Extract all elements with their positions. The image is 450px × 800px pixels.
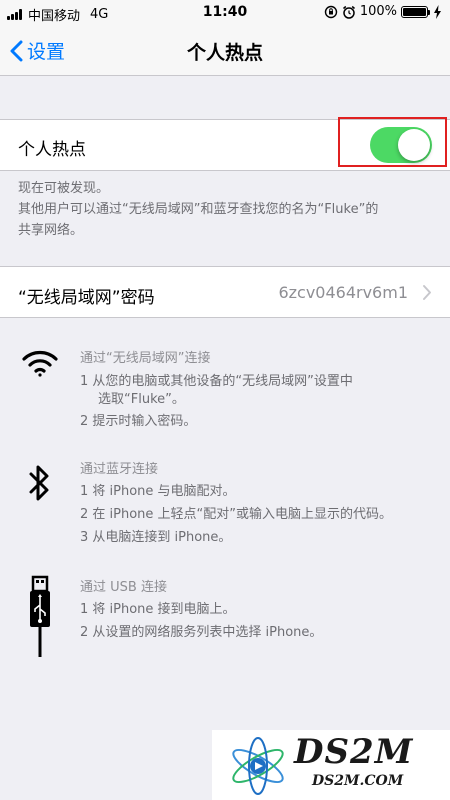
footer-line: 现在可被发现。 (18, 181, 110, 196)
watermark-url: DS2M.COM (312, 773, 404, 789)
bluetooth-icon (29, 465, 49, 501)
alarm-icon (342, 5, 355, 19)
watermark: DS2M DS2M.COM (212, 730, 450, 800)
usb-section-title: 通过 USB 连接 (80, 580, 167, 595)
instruction-line: 选取“Fluke”。 (98, 392, 185, 407)
instruction-line: 2 在 iPhone 上轻点“配对”或输入电脑上显示的代码。 (80, 507, 393, 522)
charging-icon (434, 4, 441, 19)
atom-logo-icon (232, 737, 284, 795)
discover-footer: 现在可被发现。 其他用户可以通过“无线局域网”和蓝牙查找您的名为“Fluke”的… (18, 178, 378, 241)
chevron-right-icon (423, 285, 431, 300)
navigation-bar: 设置 个人热点 (0, 26, 450, 76)
password-label: “无线局域网”密码 (18, 288, 155, 308)
wifi-section-title: 通过“无线局域网”连接 (80, 351, 211, 366)
battery-fill (403, 7, 426, 16)
instruction-line: 1 从您的电脑或其他设备的“无线局域网”设置中 (80, 374, 353, 389)
wifi-instructions: 通过“无线局域网”连接 1 从您的电脑或其他设备的“无线局域网”设置中 选取“F… (0, 340, 450, 440)
footer-line: 共享网络。 (18, 223, 84, 238)
footer-line: 其他用户可以通过“无线局域网”和蓝牙查找您的名为“Fluke”的 (18, 202, 379, 217)
password-value: 6zcv0464rv6m1 (278, 283, 408, 302)
instruction-line: 1 将 iPhone 接到电脑上。 (80, 602, 236, 617)
hotspot-label: 个人热点 (18, 140, 86, 160)
highlight-box (338, 117, 447, 167)
instruction-line: 2 提示时输入密码。 (80, 414, 197, 429)
usb-instructions: 通过 USB 连接 1 将 iPhone 接到电脑上。 2 从设置的网络服务列表… (0, 573, 450, 663)
wifi-icon (22, 351, 58, 377)
instruction-line: 2 从设置的网络服务列表中选择 iPhone。 (80, 625, 323, 640)
bluetooth-instructions: 通过蓝牙连接 1 将 iPhone 与电脑配对。 2 在 iPhone 上轻点“… (0, 453, 450, 553)
page-title: 个人热点 (186, 42, 263, 64)
rotation-lock-icon (324, 5, 338, 18)
status-right: 100% (324, 4, 442, 19)
bluetooth-section-title: 通过蓝牙连接 (80, 462, 159, 477)
wifi-password-cell[interactable]: “无线局域网”密码 6zcv0464rv6m1 (0, 266, 450, 318)
status-bar: 中国移动 4G 11:40 100% (0, 0, 450, 26)
battery-percent: 100% (359, 4, 397, 19)
instruction-line: 1 将 iPhone 与电脑配对。 (80, 484, 236, 499)
usb-icon (30, 575, 50, 657)
watermark-text: DS2M (294, 732, 414, 772)
battery-icon (401, 5, 430, 18)
instruction-line: 3 从电脑连接到 iPhone。 (80, 530, 232, 545)
